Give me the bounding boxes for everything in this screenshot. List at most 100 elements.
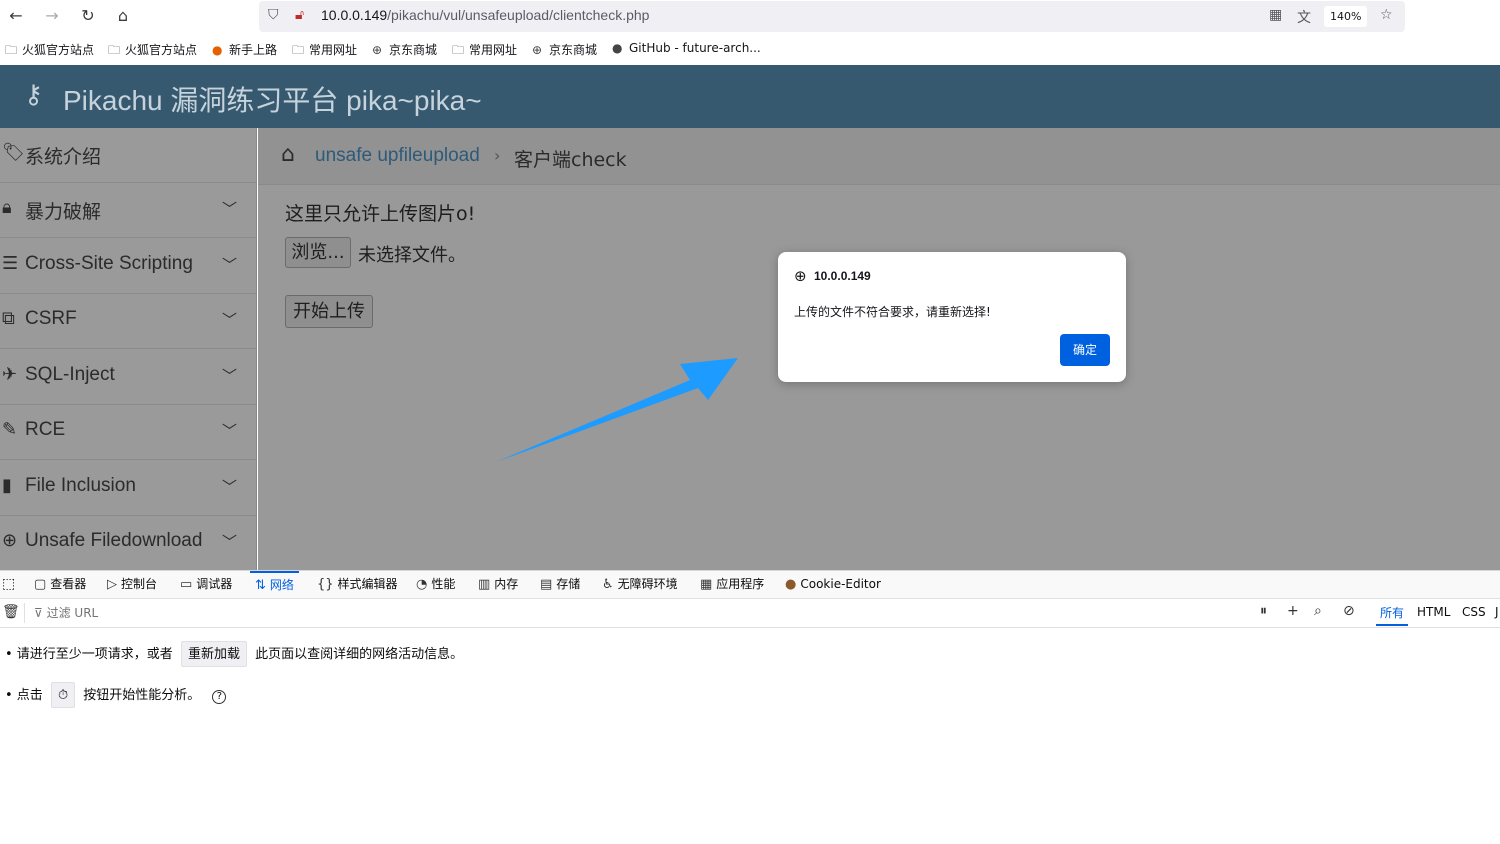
- sidebar-item-file-inclusion[interactable]: ▮ File Inclusion ﹀: [0, 461, 256, 516]
- sidebar-item-label: 系统介绍: [25, 147, 102, 168]
- tab-style-editor[interactable]: {} 样式编辑器: [317, 571, 398, 599]
- plus-icon[interactable]: +: [1287, 603, 1299, 619]
- annotation-arrow: [496, 358, 738, 462]
- url-bar[interactable]: ⛉ 🔓︎ 10.0.0.149/pikachu/vul/unsafeupload…: [259, 1, 1405, 32]
- filter-type-js[interactable]: J: [1495, 605, 1499, 619]
- upload-hint: 这里只允许上传图片o!: [285, 203, 476, 225]
- bookmark-item[interactable]: 🗀︎ 常用网址: [292, 41, 357, 62]
- file-status: 未选择文件。: [358, 245, 466, 266]
- tab-console[interactable]: ▷ 控制台: [107, 571, 157, 599]
- trash-icon[interactable]: 🗑︎: [2, 604, 20, 620]
- bookmark-item[interactable]: ● GitHub - future-arch...: [612, 41, 761, 55]
- tags-icon: 🏷︎: [2, 142, 25, 163]
- memory-icon: ▥: [478, 577, 491, 592]
- bookmark-item[interactable]: ⊕ 京东商城: [372, 41, 437, 58]
- sidebar-item-sqli[interactable]: ✈ SQL-Inject ﹀: [0, 350, 256, 405]
- sidebar-item-rce[interactable]: ✎ RCE ﹀: [0, 405, 256, 460]
- chevron-down-icon: ﹀: [222, 422, 238, 440]
- sidebar-item-label: RCE: [25, 419, 66, 440]
- folder-icon: 🗀︎: [452, 43, 465, 57]
- site-title[interactable]: Pikachu 漏洞练习平台 pika~pika~: [63, 79, 482, 119]
- tab-accessibility[interactable]: ♿︎ 无障碍环境: [602, 571, 678, 599]
- upload-button[interactable]: 开始上传: [285, 295, 373, 328]
- sidebar-item-xss[interactable]: ☰ Cross-Site Scripting ﹀: [0, 239, 256, 294]
- network-hint-text: • 请进行至少一项请求，或者: [5, 647, 173, 662]
- breadcrumb-link[interactable]: unsafe upfileupload: [315, 145, 480, 167]
- tab-memory[interactable]: ▥ 内存: [478, 571, 518, 599]
- chevron-down-icon: ﹀: [222, 311, 238, 329]
- list-icon: ☰: [2, 253, 19, 274]
- tab-performance[interactable]: ◔ 性能: [416, 571, 455, 599]
- sidebar-item-label: CSRF: [25, 308, 77, 329]
- tab-storage[interactable]: ▤ 存储: [540, 571, 580, 599]
- bookmarks-bar: 🗀︎ 火狐官方站点 🗀︎ 火狐官方站点 ● 新手上路 🗀︎ 常用网址 ⊕ 京东商城 🗀︎ 常…: [0, 36, 1500, 64]
- shield-icon[interactable]: ⛉: [268, 7, 279, 23]
- performance-icon: ◔: [416, 577, 428, 592]
- insecure-lock-icon[interactable]: 🔓︎: [295, 7, 304, 23]
- folder-icon: 🗀︎: [5, 43, 18, 57]
- chevron-down-icon: ﹀: [222, 533, 238, 551]
- plane-icon: ✈: [2, 364, 18, 385]
- url-text[interactable]: 10.0.0.149/pikachu/vul/unsafeupload/clie…: [321, 7, 649, 23]
- application-icon: ▦: [700, 577, 713, 592]
- filter-type-all[interactable]: 所有: [1376, 604, 1409, 626]
- qr-code-icon[interactable]: ▦: [1269, 7, 1282, 23]
- forward-icon[interactable]: →: [41, 5, 63, 27]
- block-icon[interactable]: ⊘: [1343, 603, 1355, 619]
- sidebar-item-bruteforce[interactable]: 🔒︎ 暴力破解 ﹀: [0, 183, 256, 238]
- file-icon: ▮: [2, 475, 12, 496]
- translate-icon[interactable]: 文: [1297, 7, 1311, 27]
- home-icon[interactable]: ⌂: [281, 142, 295, 167]
- bookmark-item[interactable]: 🗀︎ 火狐官方站点: [108, 41, 197, 62]
- bookmark-star-icon[interactable]: ☆: [1380, 7, 1393, 23]
- globe-icon: ⊕: [532, 43, 543, 57]
- stopwatch-button[interactable]: ⏱︎: [50, 682, 76, 708]
- sidebar-item-intro[interactable]: 🏷︎ 系统介绍: [0, 128, 256, 183]
- dialog-title: 10.0.0.149: [814, 269, 871, 283]
- tab-network[interactable]: ⇅ 网络: [250, 571, 299, 599]
- help-icon[interactable]: ?: [212, 690, 227, 704]
- dialog-ok-button[interactable]: 确定: [1060, 334, 1110, 366]
- filter-url-input[interactable]: ⊽ 过滤 URL: [34, 604, 98, 621]
- browse-button[interactable]: 浏览...: [285, 237, 351, 268]
- back-icon[interactable]: ←: [5, 5, 27, 27]
- folder-icon: 🗀︎: [292, 43, 305, 57]
- bookmark-item[interactable]: ● 新手上路: [212, 41, 277, 58]
- filter-type-html[interactable]: HTML: [1417, 605, 1450, 619]
- pick-element-icon[interactable]: ⬚: [2, 571, 15, 599]
- tab-application[interactable]: ▦ 应用程序: [700, 571, 764, 599]
- sidebar-item-filedownload[interactable]: ⊕ Unsafe Filedownload ﹀: [0, 516, 256, 570]
- inspector-icon: ▢: [34, 577, 47, 592]
- tab-debugger[interactable]: ▭ 调试器: [180, 571, 232, 599]
- reload-button[interactable]: 重新加载: [180, 641, 247, 667]
- bookmark-item[interactable]: 🗀︎ 常用网址: [452, 41, 517, 62]
- chevron-down-icon: ﹀: [222, 200, 238, 218]
- sidebar-item-label: Unsafe Filedownload: [25, 530, 203, 551]
- bookmark-item[interactable]: ⊕ 京东商城: [532, 41, 597, 58]
- bookmark-item[interactable]: 🗀︎ 火狐官方站点: [5, 41, 94, 62]
- pencil-icon: ✎: [2, 419, 18, 440]
- zoom-badge[interactable]: 140%: [1324, 6, 1368, 27]
- browser-toolbar: ← → ↻ ⌂ ⛉ 🔓︎ 10.0.0.149/pikachu/vul/unsa…: [0, 0, 1500, 33]
- breadcrumb-current: 客户端check: [514, 149, 627, 171]
- search-icon[interactable]: ⌕: [1314, 603, 1322, 619]
- style-editor-icon: {}: [317, 577, 334, 592]
- sidebar: 🏷︎ 系统介绍 🔒︎ 暴力破解 ﹀ ☰ Cross-Site Scripting…: [0, 128, 257, 570]
- lock-icon: 🔒︎: [2, 197, 12, 218]
- network-filter-bar: 🗑︎ ⊽ 过滤 URL ⏸︎ + ⌕ ⊘ 所有 HTML CSS J: [0, 599, 1500, 628]
- tab-cookie-editor[interactable]: ● Cookie-Editor: [785, 571, 881, 599]
- divider: [24, 603, 25, 623]
- console-icon: ▷: [107, 577, 117, 592]
- pause-icon[interactable]: ⏸︎: [1260, 603, 1267, 619]
- sidebar-item-label: SQL-Inject: [25, 364, 115, 385]
- home-icon[interactable]: ⌂: [112, 5, 134, 27]
- network-hint-text: 此页面以查阅详细的网络活动信息。: [255, 647, 464, 662]
- cookie-icon: ●: [785, 577, 797, 592]
- globe-icon: ⊕: [794, 267, 807, 285]
- folder-icon: 🗀︎: [108, 43, 121, 57]
- filter-type-css[interactable]: CSS: [1462, 605, 1486, 619]
- github-icon: ●: [612, 41, 623, 55]
- tab-inspector[interactable]: ▢ 查看器: [34, 571, 86, 599]
- sidebar-item-csrf[interactable]: ⧉ CSRF ﹀: [0, 294, 256, 349]
- reload-icon[interactable]: ↻: [77, 5, 99, 27]
